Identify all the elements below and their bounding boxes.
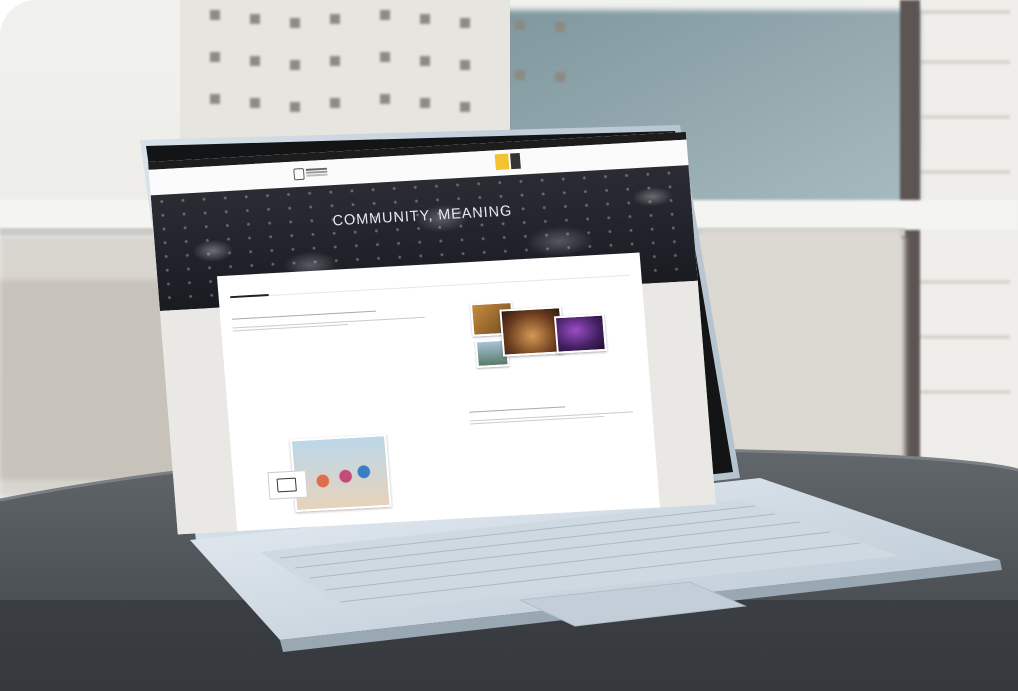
site-logo — [293, 166, 329, 181]
laptop-photo: COMMUNITY, MEANING — [0, 0, 1018, 691]
search-button[interactable] — [494, 153, 510, 171]
photo-thumb-4 — [553, 313, 607, 354]
tab-active-indicator — [230, 294, 269, 299]
content-card — [216, 252, 660, 532]
laptop-screen: COMMUNITY, MEANING — [148, 131, 716, 535]
tab-bar — [229, 285, 264, 287]
tab-divider — [230, 274, 630, 299]
body-text-1 — [231, 306, 425, 333]
menu-button[interactable] — [510, 152, 521, 170]
body-text-2 — [468, 400, 643, 426]
device-icon — [267, 470, 308, 500]
